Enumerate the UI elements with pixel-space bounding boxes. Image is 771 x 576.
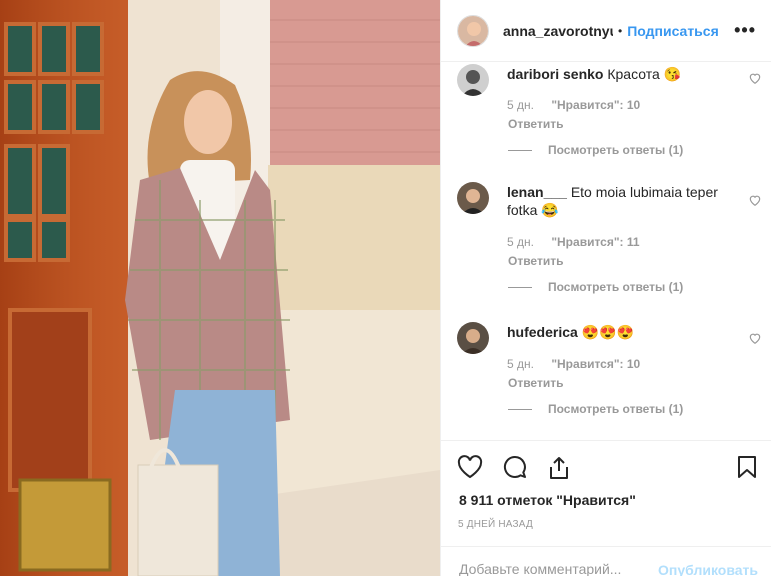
- comment-text-block: lenan___ Eto moia lubimaia teper fotka 😂: [507, 183, 727, 219]
- reply-button[interactable]: Ответить: [508, 376, 563, 390]
- reply-button[interactable]: Ответить: [508, 117, 563, 131]
- divider-line: [508, 286, 532, 288]
- comment-meta: 5 дн. "Нравится": 10: [507, 357, 654, 371]
- author-username[interactable]: anna_zavorotnyuk: [503, 23, 613, 39]
- comment-likes[interactable]: "Нравится": 11: [551, 235, 639, 249]
- comment-like-heart-icon[interactable]: [748, 331, 762, 345]
- publish-button[interactable]: Опубликовать: [658, 562, 758, 576]
- heart-icon[interactable]: [457, 455, 483, 479]
- post-photo-image: [0, 0, 440, 576]
- comments-list[interactable]: daribori senko Красота 😘 5 дн. "Нравится…: [441, 62, 771, 440]
- comment-username[interactable]: lenan___: [507, 184, 567, 200]
- share-icon[interactable]: [546, 455, 572, 481]
- view-replies-label: Посмотреть ответы (1): [548, 280, 684, 294]
- commenter-avatar[interactable]: [457, 322, 489, 354]
- comment-icon[interactable]: [502, 455, 528, 479]
- more-options-button[interactable]: •••: [734, 21, 756, 39]
- post-header: anna_zavorotnyuk • Подписаться •••: [441, 0, 771, 62]
- comment-text: 😍😍😍: [581, 324, 634, 340]
- comment-like-heart-icon[interactable]: [748, 193, 762, 207]
- comment-likes[interactable]: "Нравится": 10: [551, 357, 640, 371]
- comment-text-block: daribori senko Красота 😘: [507, 65, 727, 83]
- likes-count[interactable]: 8 911 отметок "Нравится": [459, 492, 636, 508]
- comment-username[interactable]: hufederica: [507, 324, 578, 340]
- post-date[interactable]: 5 ДНЕЙ НАЗАД: [458, 519, 533, 530]
- author-avatar[interactable]: [457, 14, 489, 47]
- comment-like-heart-icon[interactable]: [748, 71, 762, 85]
- post-side-panel: anna_zavorotnyuk • Подписаться ••• darib…: [440, 0, 771, 576]
- comment-age[interactable]: 5 дн.: [507, 235, 534, 249]
- comment-age[interactable]: 5 дн.: [507, 357, 534, 371]
- add-comment-bar: Опубликовать: [441, 546, 771, 576]
- comment-username[interactable]: daribori senko: [507, 66, 603, 82]
- view-replies-button[interactable]: Посмотреть ответы (1): [508, 280, 683, 294]
- comment-item: lenan___ Eto moia lubimaia teper fotka 😂…: [441, 180, 771, 305]
- comment-text: Красота 😘: [607, 66, 682, 82]
- view-replies-label: Посмотреть ответы (1): [548, 402, 684, 416]
- comment-text-block: hufederica 😍😍😍: [507, 323, 727, 341]
- post-photo[interactable]: [0, 0, 440, 576]
- comment-meta: 5 дн. "Нравится": 10: [507, 98, 654, 112]
- comment-likes[interactable]: "Нравится": 10: [551, 98, 640, 112]
- view-replies-button[interactable]: Посмотреть ответы (1): [508, 143, 683, 157]
- comment-meta: 5 дн. "Нравится": 11: [507, 235, 654, 249]
- view-replies-button[interactable]: Посмотреть ответы (1): [508, 402, 683, 416]
- commenter-avatar[interactable]: [457, 182, 489, 214]
- header-separator: •: [618, 23, 623, 38]
- divider-line: [508, 149, 532, 151]
- comment-input[interactable]: [459, 561, 649, 576]
- post-actions: 8 911 отметок "Нравится" 5 ДНЕЙ НАЗАД Оп…: [441, 440, 771, 576]
- divider-line: [508, 408, 532, 410]
- comment-item: daribori senko Красота 😘 5 дн. "Нравится…: [441, 62, 771, 172]
- bookmark-icon[interactable]: [737, 455, 757, 479]
- comment-age[interactable]: 5 дн.: [507, 98, 534, 112]
- instagram-post-view: anna_zavorotnyuk • Подписаться ••• darib…: [0, 0, 771, 576]
- follow-button[interactable]: Подписаться: [627, 23, 719, 39]
- comment-item: hufederica 😍😍😍 5 дн. "Нравится": 10 Отве…: [441, 320, 771, 430]
- reply-button[interactable]: Ответить: [508, 254, 563, 268]
- commenter-avatar[interactable]: [457, 64, 489, 96]
- view-replies-label: Посмотреть ответы (1): [548, 143, 684, 157]
